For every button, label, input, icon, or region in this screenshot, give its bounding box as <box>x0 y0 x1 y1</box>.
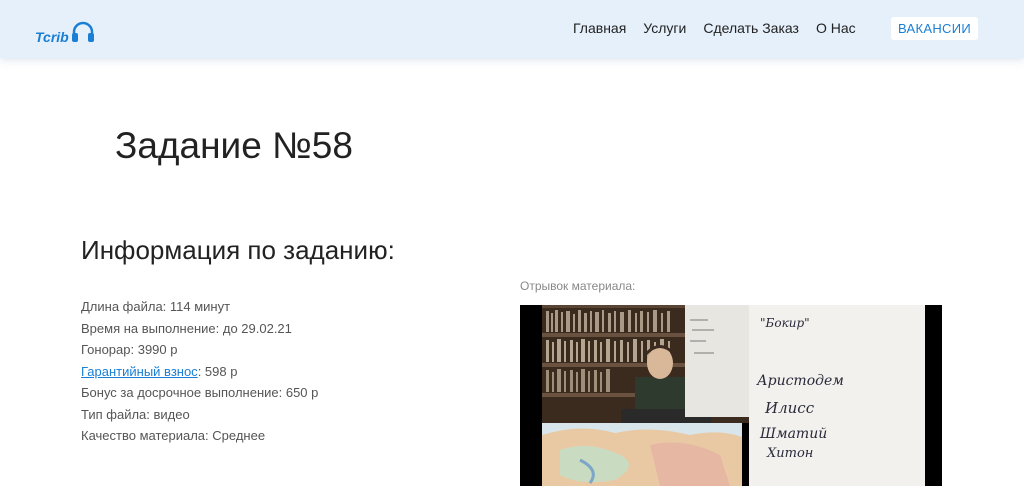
info-fee: Гонорар: 3990 р <box>81 342 178 357</box>
headphones-icon <box>71 21 94 42</box>
deposit-value: : 598 р <box>197 363 238 379</box>
main-nav: Главная Услуги Сделать Заказ О Нас <box>573 20 873 37</box>
video-player[interactable]: "Бокир" Аристодем Илисс Шматий Хитон <box>520 305 942 486</box>
video-frame: "Бокир" Аристодем Илисс Шматий Хитон <box>520 305 942 486</box>
svg-text:Хитон: Хитон <box>766 446 813 461</box>
deposit-link[interactable]: Гарантийный взнос <box>81 364 198 379</box>
info-deposit: Гарантийный взнос: 598 р <box>81 363 318 385</box>
info-title: Информация по заданию: <box>81 235 395 265</box>
nav-services[interactable]: Услуги <box>643 20 686 37</box>
svg-text:Илисс: Илисс <box>764 399 815 417</box>
logo[interactable]: Tcrib <box>35 16 96 44</box>
nav-about[interactable]: О Нас <box>816 20 856 37</box>
nav-home[interactable]: Главная <box>573 20 626 37</box>
svg-text:Аристодем: Аристодем <box>756 373 844 389</box>
page-title: Задание №58 <box>115 125 353 166</box>
logo-text: Tcrib <box>35 29 69 45</box>
svg-text:"Бокир": "Бокир" <box>760 316 810 330</box>
task-info-list: Длина файла: 114 минут Время на выполнен… <box>81 298 318 449</box>
info-duration: Длина файла: 114 минут <box>81 299 231 314</box>
info-bonus: Бонус за досрочное выполнение: 650 р <box>81 385 319 400</box>
info-file-type: Тип файла: видео <box>81 406 190 422</box>
info-quality: Качество материала: Среднее <box>81 428 266 443</box>
nav-order[interactable]: Сделать Заказ <box>703 20 799 37</box>
svg-text:Шматий: Шматий <box>759 426 827 442</box>
excerpt-label: Отрывок материала: <box>520 279 636 293</box>
map <box>542 423 742 486</box>
info-deadline: Время на выполнение: до 29.02.21 <box>81 320 292 336</box>
site-header: Tcrib Главная Услуги Сделать Заказ О Нас… <box>0 0 1024 58</box>
vacancies-button[interactable]: ВАКАНСИИ <box>891 17 978 40</box>
